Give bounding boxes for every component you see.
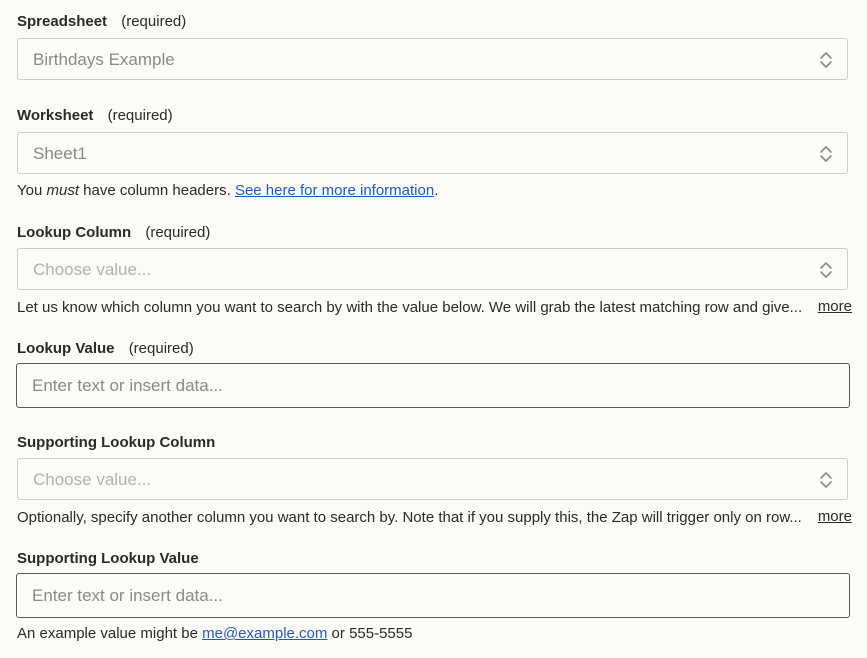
supporting-lookup-column-label: Supporting Lookup Column bbox=[17, 434, 216, 451]
worksheet-required-tag: (required) bbox=[107, 107, 173, 124]
worksheet-help-prefix: You bbox=[17, 182, 47, 199]
lookup-value-input[interactable] bbox=[16, 363, 850, 408]
lookup-column-required-tag: (required) bbox=[145, 224, 211, 241]
lookup-value-label-row: Lookup Value (required) bbox=[17, 339, 194, 359]
supporting-lookup-value-label-row: Supporting Lookup Value bbox=[17, 549, 199, 569]
lookup-column-label-row: Lookup Column (required) bbox=[17, 223, 210, 243]
supporting-lookup-column-more-link[interactable]: more bbox=[818, 507, 852, 527]
worksheet-label-row: Worksheet (required) bbox=[17, 106, 173, 126]
worksheet-help-middle: have column headers. bbox=[79, 182, 235, 199]
chevron-up-down-icon bbox=[820, 472, 832, 488]
spreadsheet-required-tag: (required) bbox=[121, 13, 187, 30]
chevron-up-down-icon bbox=[820, 262, 832, 278]
supporting-lookup-value-help-text: An example value might be me@example.com… bbox=[17, 624, 412, 644]
chevron-up-down-icon bbox=[820, 146, 832, 162]
spreadsheet-label-row: Spreadsheet (required) bbox=[17, 12, 186, 32]
worksheet-label: Worksheet bbox=[17, 107, 94, 124]
supporting-lookup-value-help-prefix: An example value might be bbox=[17, 625, 203, 642]
supporting-lookup-value-input[interactable] bbox=[16, 573, 850, 618]
spreadsheet-select[interactable]: Birthdays Example bbox=[17, 38, 848, 80]
supporting-lookup-column-label-row: Supporting Lookup Column bbox=[17, 433, 215, 453]
spreadsheet-selected-value: Birthdays Example bbox=[33, 50, 175, 69]
lookup-column-select[interactable]: Choose value... bbox=[17, 248, 848, 290]
supporting-lookup-column-placeholder: Choose value... bbox=[33, 470, 152, 489]
worksheet-select[interactable]: Sheet1 bbox=[17, 132, 848, 174]
lookup-value-required-tag: (required) bbox=[128, 340, 194, 357]
lookup-column-more-link[interactable]: more bbox=[818, 297, 852, 317]
more-information-link[interactable]: See here for more information bbox=[235, 182, 434, 199]
lookup-value-label: Lookup Value bbox=[17, 340, 115, 357]
supporting-lookup-column-help-text: Optionally, specify another column you w… bbox=[17, 509, 802, 526]
worksheet-help-emphasis: must bbox=[46, 182, 79, 199]
lookup-column-help-text: Let us know which column you want to sea… bbox=[17, 299, 803, 316]
supporting-lookup-value-help-suffix: or 555-5555 bbox=[327, 625, 413, 642]
supporting-lookup-column-select[interactable]: Choose value... bbox=[17, 458, 848, 500]
supporting-lookup-value-label: Supporting Lookup Value bbox=[17, 550, 199, 567]
worksheet-help-text: You must have column headers. See here f… bbox=[17, 181, 438, 201]
example-email-link[interactable]: me@example.com bbox=[202, 625, 327, 642]
lookup-column-label: Lookup Column bbox=[17, 224, 132, 241]
worksheet-selected-value: Sheet1 bbox=[33, 144, 87, 163]
worksheet-help-suffix: . bbox=[434, 182, 439, 199]
lookup-column-placeholder: Choose value... bbox=[33, 260, 152, 279]
chevron-up-down-icon bbox=[820, 52, 832, 68]
spreadsheet-label: Spreadsheet bbox=[17, 13, 108, 30]
lookup-form: Spreadsheet (required) Birthdays Example… bbox=[0, 0, 867, 658]
